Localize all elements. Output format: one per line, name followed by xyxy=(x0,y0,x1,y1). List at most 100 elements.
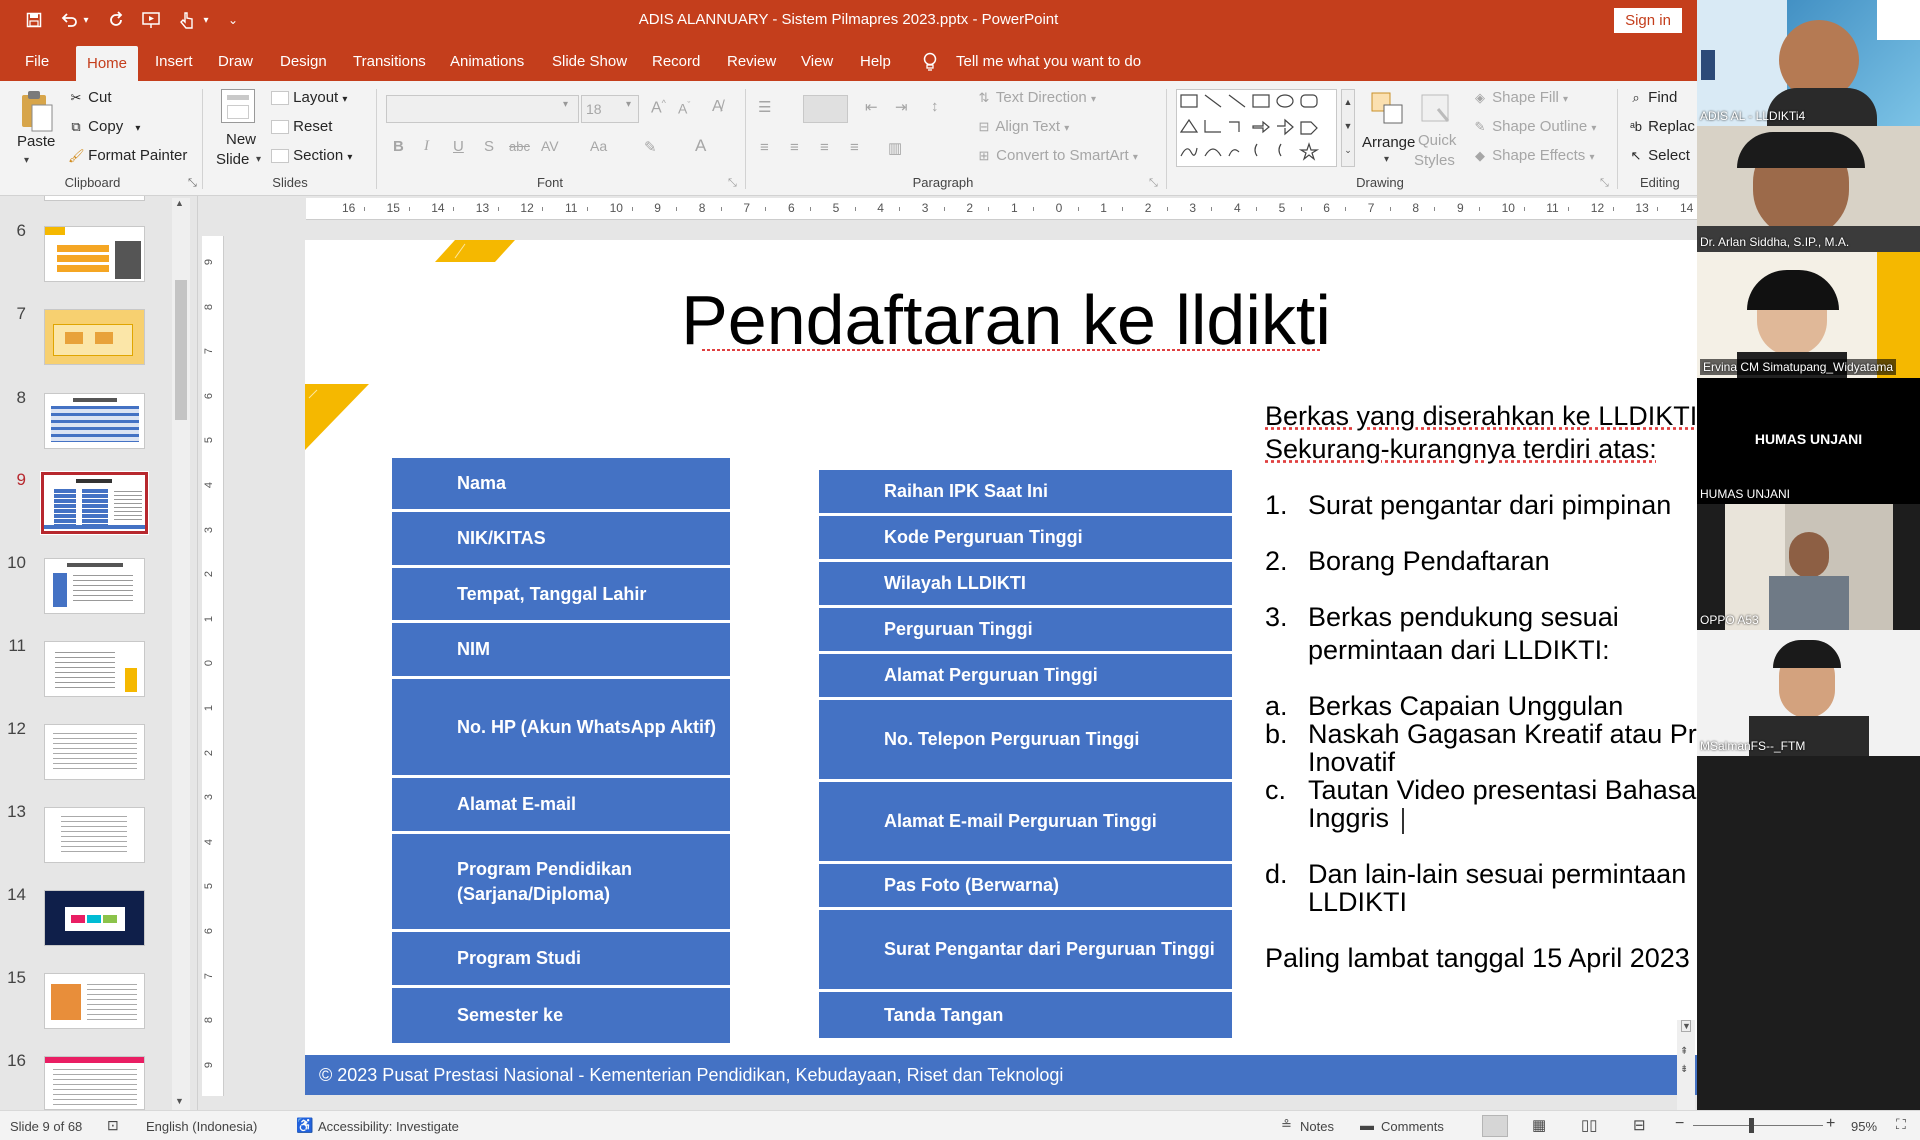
slide-show-icon[interactable]: ⊟ xyxy=(1633,1116,1646,1134)
clipboard-launcher-icon[interactable]: ⤡ xyxy=(188,177,197,190)
tab-file[interactable]: File xyxy=(14,41,60,81)
tab-draw[interactable]: Draw xyxy=(207,41,264,81)
zoom-in-icon[interactable]: + xyxy=(1826,1115,1835,1133)
tab-view[interactable]: View xyxy=(790,41,844,81)
scroll-thumb[interactable] xyxy=(175,280,187,420)
slide-thumbnail-partial[interactable] xyxy=(44,196,145,201)
shapes-gallery[interactable] xyxy=(1176,89,1337,167)
new-slide-button-line2[interactable]: Slide xyxy=(216,151,249,168)
increase-font-icon[interactable]: A^ xyxy=(651,98,666,117)
tab-record[interactable]: Record xyxy=(641,41,711,81)
zoom-level[interactable]: 95% xyxy=(1851,1119,1877,1134)
text-direction-button[interactable]: ⇅ Text Direction ▾ xyxy=(976,89,1096,106)
spelling-check-icon[interactable]: ⊡ xyxy=(107,1117,119,1134)
quick-styles-button[interactable]: Quick xyxy=(1418,132,1456,149)
align-text-button[interactable]: ⊟ Align Text ▾ xyxy=(976,118,1070,135)
character-spacing-icon[interactable]: AV xyxy=(541,138,559,154)
shape-fill-button[interactable]: ◈ Shape Fill ▾ xyxy=(1472,89,1568,106)
tab-review[interactable]: Review xyxy=(716,41,787,81)
numbering-icon[interactable] xyxy=(803,95,848,123)
tab-home[interactable]: Home xyxy=(76,46,139,81)
tab-help[interactable]: Help xyxy=(849,41,902,81)
align-left-icon[interactable]: ≡ xyxy=(760,139,769,156)
zoom-slider-thumb[interactable] xyxy=(1749,1118,1754,1133)
quick-styles-icon[interactable] xyxy=(1418,91,1454,127)
zoom-out-icon[interactable]: − xyxy=(1675,1115,1684,1133)
slide-thumbnail[interactable] xyxy=(44,393,145,449)
reading-view-icon[interactable]: ▯▯ xyxy=(1581,1116,1598,1134)
font-color-icon[interactable]: A xyxy=(695,136,706,156)
tab-transitions[interactable]: Transitions xyxy=(342,41,437,81)
left-field-table[interactable]: Nama NIK/KITAS Tempat, Tanggal Lahir NIM… xyxy=(392,458,730,1043)
font-name-box[interactable] xyxy=(386,95,579,123)
shape-outline-button[interactable]: ✎ Shape Outline ▾ xyxy=(1472,118,1597,135)
tab-design[interactable]: Design xyxy=(269,41,338,81)
paste-dropdown-icon[interactable]: ▾ xyxy=(24,155,29,166)
strikethrough-icon[interactable]: abc xyxy=(509,139,530,154)
section-button[interactable]: Section ▾ xyxy=(271,147,352,164)
highlight-icon[interactable]: ✎ xyxy=(644,138,657,156)
align-right-icon[interactable]: ≡ xyxy=(820,139,829,156)
participant-tile[interactable]: HUMAS UNJANI HUMAS UNJANI xyxy=(1697,378,1920,504)
convert-smartart-button[interactable]: ⊞ Convert to SmartArt ▾ xyxy=(976,147,1138,164)
shapes-gallery-scroll[interactable]: ▲ ▼ ⌄ xyxy=(1341,89,1355,167)
copy-button[interactable]: ⧉ Copy ▾ xyxy=(68,118,140,135)
slide-thumbnail[interactable] xyxy=(44,558,145,614)
arrange-button[interactable]: Arrange xyxy=(1362,134,1415,151)
slide-thumbnail[interactable] xyxy=(44,724,145,780)
slide-thumbnail[interactable] xyxy=(44,309,145,365)
new-slide-dropdown-icon[interactable]: ▾ xyxy=(256,154,261,165)
format-painter-button[interactable]: 🖌 Format Painter xyxy=(68,147,187,164)
reset-button[interactable]: Reset xyxy=(271,118,332,135)
font-launcher-icon[interactable]: ⤡ xyxy=(728,177,737,190)
slide-thumbnail-selected[interactable] xyxy=(40,471,149,535)
cut-button[interactable]: ✂ Cut xyxy=(68,89,112,106)
align-center-icon[interactable]: ≡ xyxy=(790,139,799,156)
slide-thumbnail[interactable] xyxy=(44,1056,145,1110)
scroll-down-icon[interactable]: ▼ xyxy=(175,1096,184,1106)
select-button[interactable]: ↖ Select xyxy=(1628,147,1690,164)
decrease-indent-icon[interactable]: ⇤ xyxy=(865,98,878,116)
copy-dropdown-icon[interactable]: ▾ xyxy=(135,123,140,134)
paste-icon[interactable] xyxy=(16,89,56,135)
slide-sorter-icon[interactable]: ▦ xyxy=(1532,1116,1546,1134)
thumbnail-scrollbar[interactable]: ▲ ▼ xyxy=(172,198,190,1110)
accessibility-icon[interactable]: ♿ xyxy=(296,1117,313,1134)
slide-thumbnail[interactable] xyxy=(44,226,145,282)
tab-animations[interactable]: Animations xyxy=(439,41,535,81)
editor-scrollbar[interactable]: ▼ ⇞ ⇟ xyxy=(1677,1020,1695,1110)
participant-tile[interactable]: OPPO A53 xyxy=(1697,504,1920,630)
notes-button[interactable]: Notes xyxy=(1300,1119,1334,1134)
decrease-font-icon[interactable]: Aˇ xyxy=(678,100,690,117)
scroll-up-icon[interactable]: ▲ xyxy=(175,198,184,208)
zoom-slider[interactable] xyxy=(1693,1125,1823,1126)
right-field-table[interactable]: Raihan IPK Saat Ini Kode Perguruan Tingg… xyxy=(819,470,1232,1040)
sign-in-button[interactable]: Sign in xyxy=(1614,8,1682,33)
slide-canvas[interactable]: Pendaftaran ke lldikti Nama NIK/KITAS Te… xyxy=(305,240,1825,1095)
change-case-icon[interactable]: Aa xyxy=(590,138,607,154)
comments-button[interactable]: Comments xyxy=(1381,1119,1444,1134)
justify-icon[interactable]: ≡ xyxy=(850,139,859,156)
slide-thumbnail[interactable] xyxy=(44,807,145,863)
paste-button[interactable]: Paste xyxy=(17,133,55,150)
participant-tile[interactable]: Ervina CM Simatupang_Widyatama xyxy=(1697,252,1920,378)
underline-icon[interactable]: U xyxy=(453,138,464,155)
font-name-dropdown-icon[interactable]: ▾ xyxy=(563,99,568,110)
normal-view-icon[interactable] xyxy=(1482,1115,1508,1137)
new-slide-button[interactable]: New xyxy=(226,131,256,148)
participant-tile[interactable]: ADIS AL - LLDIKTi4 xyxy=(1697,0,1920,126)
accessibility-status[interactable]: Accessibility: Investigate xyxy=(318,1119,459,1134)
layout-button[interactable]: Layout ▾ xyxy=(271,89,347,106)
font-size-dropdown-icon[interactable]: ▾ xyxy=(626,99,631,110)
text-shadow-icon[interactable]: S xyxy=(484,138,494,155)
line-spacing-icon[interactable]: ↕ xyxy=(931,98,939,115)
tell-me-search[interactable]: Tell me what you want to do xyxy=(956,41,1141,83)
increase-indent-icon[interactable]: ⇥ xyxy=(895,98,908,116)
clear-formatting-icon[interactable]: A̸ xyxy=(712,98,723,116)
columns-icon[interactable]: ▥ xyxy=(888,139,902,157)
next-slide-icon[interactable]: ⇟ xyxy=(1680,1064,1688,1075)
bold-icon[interactable]: B xyxy=(393,138,404,155)
participant-tile[interactable]: Dr. Arlan Siddha, S.IP., M.A. xyxy=(1697,126,1920,252)
slide-title[interactable]: Pendaftaran ke lldikti xyxy=(305,280,1707,360)
find-button[interactable]: ⌕ Find xyxy=(1628,89,1677,106)
